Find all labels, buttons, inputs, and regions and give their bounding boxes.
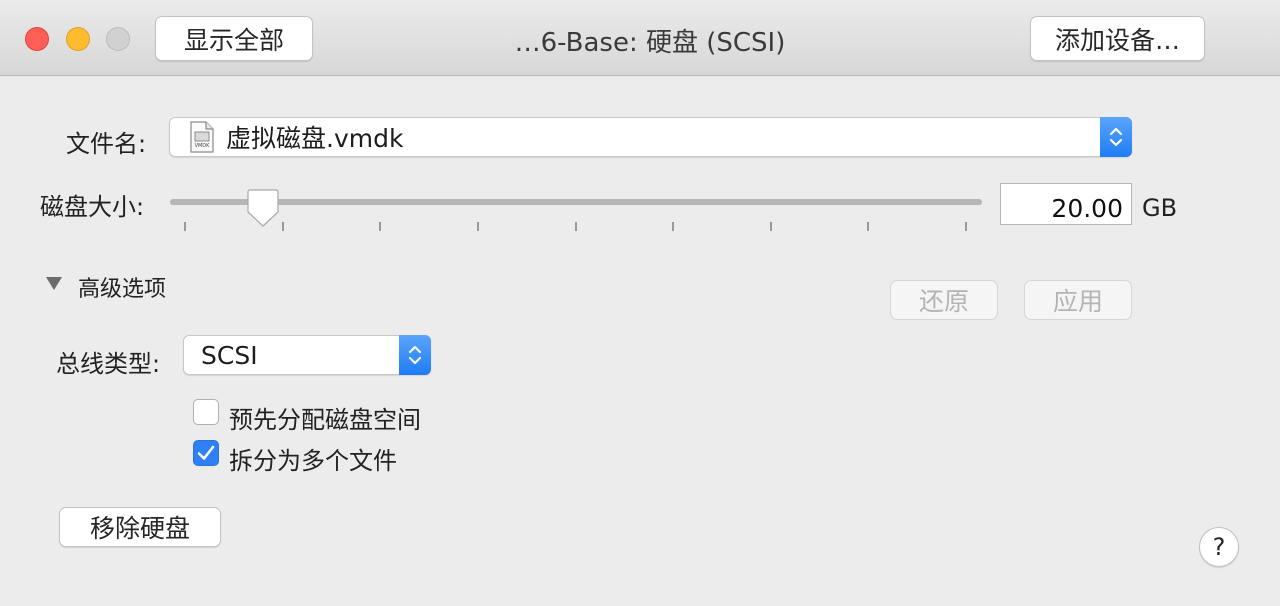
up-down-chevron-icon — [408, 345, 422, 365]
close-window-button[interactable] — [25, 27, 49, 51]
apply-button[interactable]: 应用 — [1024, 280, 1132, 320]
vmdk-file-icon: VMDK — [190, 121, 214, 153]
vmdk-file-icon-text: VMDK — [194, 143, 210, 149]
zoom-window-button — [106, 27, 130, 51]
checkmark-icon — [197, 445, 215, 460]
minimize-window-button[interactable] — [66, 27, 90, 51]
file-name-popup[interactable]: VMDK 虚拟磁盘.vmdk — [169, 117, 1132, 157]
up-down-chevron-icon — [1109, 127, 1123, 147]
advanced-options-toggle[interactable] — [44, 274, 64, 292]
slider-tick — [965, 222, 967, 231]
disk-size-label: 磁盘大小: — [40, 193, 145, 221]
slider-tick — [282, 222, 284, 231]
revert-button[interactable]: 还原 — [890, 280, 998, 320]
file-name-label: 文件名: — [66, 130, 147, 158]
slider-tick — [770, 222, 772, 231]
slider-tick — [867, 222, 869, 231]
remove-disk-button[interactable]: 移除硬盘 — [59, 507, 221, 547]
slider-tick — [184, 222, 186, 231]
bus-type-label: 总线类型: — [56, 350, 161, 378]
slider-tick — [575, 222, 577, 231]
file-name-stepper[interactable] — [1100, 117, 1132, 157]
split-files-checkbox[interactable] — [193, 440, 219, 466]
bus-type-stepper[interactable] — [399, 335, 431, 375]
add-device-button[interactable]: 添加设备… — [1030, 16, 1205, 61]
advanced-options-label: 高级选项 — [78, 277, 167, 302]
preallocate-label: 预先分配磁盘空间 — [229, 406, 421, 434]
file-name-value: 虚拟磁盘.vmdk — [226, 124, 404, 153]
disclosure-triangle-icon — [46, 277, 62, 290]
window-title: …6-Base: 硬盘 (SCSI) — [514, 28, 786, 58]
split-files-label: 拆分为多个文件 — [229, 447, 397, 475]
slider-tick — [672, 222, 674, 231]
preallocate-checkbox[interactable] — [193, 399, 219, 425]
disk-size-slider-thumb[interactable] — [247, 188, 279, 228]
show-all-button[interactable]: 显示全部 — [155, 16, 313, 61]
slider-tick — [477, 222, 479, 231]
bus-type-value: SCSI — [201, 340, 258, 370]
disk-size-unit: GB — [1142, 194, 1178, 222]
slider-tick — [379, 222, 381, 231]
disk-size-slider-track[interactable] — [170, 199, 982, 205]
title-bar: 显示全部 …6-Base: 硬盘 (SCSI) 添加设备… — [0, 0, 1280, 76]
bus-type-popup[interactable]: SCSI — [183, 335, 431, 375]
disk-size-input[interactable]: 20.00 — [1000, 183, 1132, 225]
help-button[interactable]: ? — [1199, 527, 1239, 567]
